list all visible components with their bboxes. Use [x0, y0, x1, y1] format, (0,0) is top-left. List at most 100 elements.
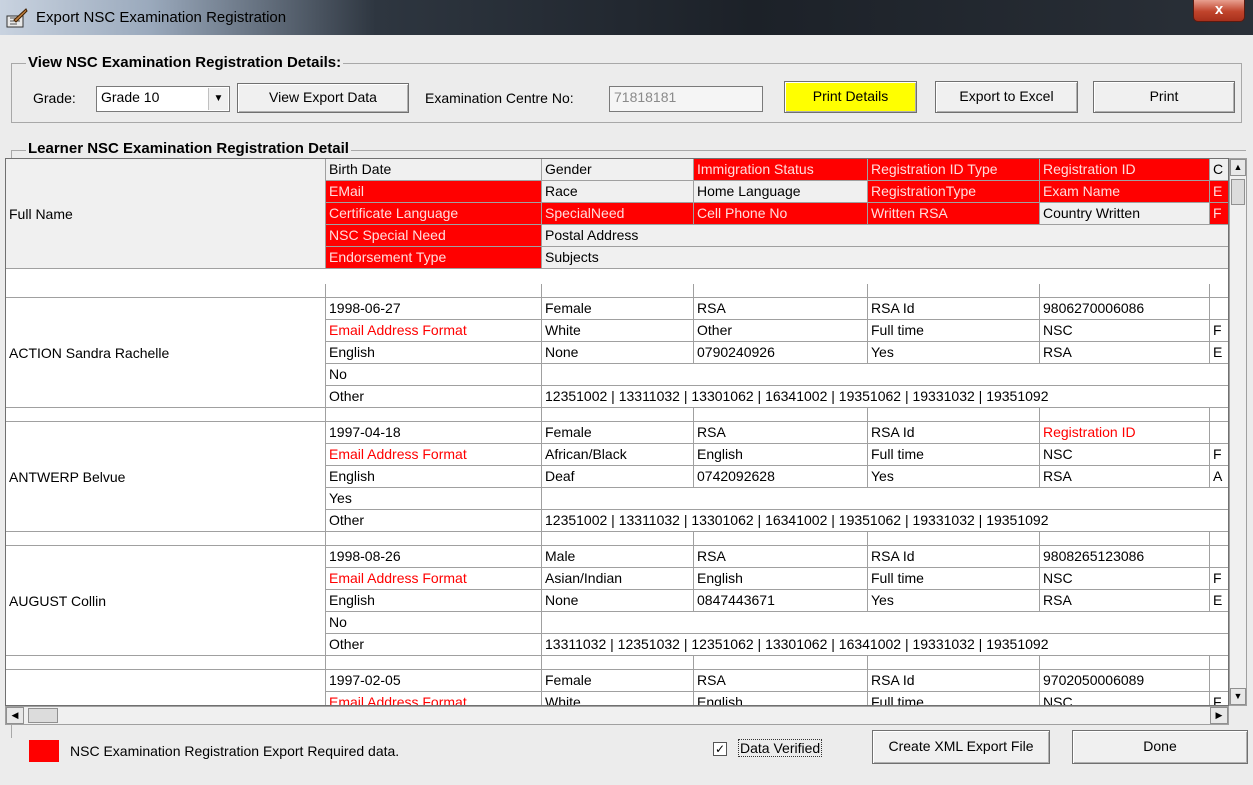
spacer-cell[interactable]: [542, 656, 694, 670]
learner-data-cell[interactable]: Asian/Indian: [542, 568, 694, 590]
learner-data-cell[interactable]: RSA: [1040, 342, 1210, 364]
grade-select[interactable]: Grade 10 ▼: [96, 86, 230, 112]
learner-data-cell[interactable]: White: [542, 692, 694, 705]
learner-data-cell[interactable]: 1997-04-18: [326, 422, 542, 444]
learner-data-cell[interactable]: Registration ID: [1040, 422, 1210, 444]
print-details-button[interactable]: Print Details: [784, 81, 917, 113]
header-cell[interactable]: Cell Phone No: [694, 203, 868, 225]
endorsement-type-cell[interactable]: Other: [326, 510, 542, 532]
header-cell[interactable]: F: [1210, 203, 1228, 225]
learner-data-cell[interactable]: 9806270006086: [1040, 298, 1210, 320]
learner-name-cell[interactable]: ACTION Sandra Rachelle: [6, 298, 326, 408]
learner-data-cell[interactable]: RSA Id: [868, 546, 1040, 568]
scroll-down-icon[interactable]: ▼: [1230, 688, 1246, 705]
learner-data-cell[interactable]: 9702050006089: [1040, 670, 1210, 692]
learner-data-cell[interactable]: RSA: [694, 546, 868, 568]
learner-data-cell[interactable]: Email Address Format: [326, 444, 542, 466]
subjects-cell[interactable]: 13311032 | 12351032 | 12351062 | 1330106…: [542, 634, 1228, 656]
header-cell[interactable]: Written RSA: [868, 203, 1040, 225]
learner-data-cell[interactable]: F: [1210, 444, 1228, 466]
learner-data-cell[interactable]: NSC: [1040, 444, 1210, 466]
spacer-cell[interactable]: [868, 532, 1040, 546]
header-cell[interactable]: Country Written: [1040, 203, 1210, 225]
learner-data-cell[interactable]: English: [326, 590, 542, 612]
vertical-scrollbar[interactable]: ▲ ▼: [1229, 158, 1247, 706]
header-cell[interactable]: Subjects: [542, 247, 1228, 269]
header-cell[interactable]: Endorsement Type: [326, 247, 542, 269]
hscroll-thumb[interactable]: [28, 708, 58, 723]
nsc-special-need-cell[interactable]: No: [326, 364, 542, 386]
endorsement-type-cell[interactable]: Other: [326, 386, 542, 408]
learner-data-cell[interactable]: [1210, 298, 1228, 320]
learner-data-cell[interactable]: RSA Id: [868, 298, 1040, 320]
learner-data-cell[interactable]: Other: [694, 320, 868, 342]
spacer-cell[interactable]: [6, 408, 326, 422]
spacer-cell[interactable]: [6, 656, 326, 670]
learner-data-cell[interactable]: English: [694, 444, 868, 466]
header-cell[interactable]: Race: [542, 181, 694, 203]
learner-data-cell[interactable]: RSA: [1040, 590, 1210, 612]
spacer-cell[interactable]: [1040, 656, 1210, 670]
postal-address-cell[interactable]: [542, 612, 1228, 634]
print-button[interactable]: Print: [1093, 81, 1235, 113]
spacer-cell[interactable]: [694, 284, 868, 298]
learner-data-cell[interactable]: F: [1210, 692, 1228, 705]
subjects-cell[interactable]: 12351002 | 13311032 | 13301062 | 1634100…: [542, 386, 1228, 408]
centre-number-field[interactable]: 71818181: [609, 86, 763, 112]
learner-data-cell[interactable]: NSC: [1040, 568, 1210, 590]
spacer-cell[interactable]: [1210, 284, 1228, 298]
header-full-name[interactable]: Full Name: [6, 159, 326, 269]
data-verified-label[interactable]: Data Verified: [738, 739, 823, 757]
spacer-cell[interactable]: [542, 408, 694, 422]
spacer-cell[interactable]: [694, 532, 868, 546]
spacer-cell[interactable]: [1210, 532, 1228, 546]
spacer-cell[interactable]: [326, 656, 542, 670]
learner-data-cell[interactable]: Full time: [868, 692, 1040, 705]
learner-data-cell[interactable]: [1210, 670, 1228, 692]
spacer-cell[interactable]: [326, 532, 542, 546]
done-button[interactable]: Done: [1072, 730, 1248, 764]
learner-data-cell[interactable]: RSA: [694, 422, 868, 444]
learner-name-cell[interactable]: ANTWERP Belvue: [6, 422, 326, 532]
header-cell[interactable]: Postal Address: [542, 225, 1228, 247]
scroll-up-icon[interactable]: ▲: [1230, 159, 1246, 176]
spacer-cell[interactable]: [1210, 656, 1228, 670]
learner-data-cell[interactable]: English: [326, 466, 542, 488]
spacer-cell[interactable]: [542, 532, 694, 546]
data-verified-checkbox[interactable]: ✓: [713, 742, 727, 756]
header-cell[interactable]: NSC Special Need: [326, 225, 542, 247]
header-cell[interactable]: C: [1210, 159, 1228, 181]
learner-data-cell[interactable]: RSA: [694, 670, 868, 692]
learner-data-cell[interactable]: English: [694, 692, 868, 705]
header-cell[interactable]: RegistrationType: [868, 181, 1040, 203]
chevron-down-icon[interactable]: ▼: [208, 88, 228, 110]
learner-data-cell[interactable]: RSA: [1040, 466, 1210, 488]
subjects-cell[interactable]: 12351002 | 13311032 | 13301062 | 1634100…: [542, 510, 1228, 532]
learner-data-cell[interactable]: Female: [542, 670, 694, 692]
header-cell[interactable]: SpecialNeed: [542, 203, 694, 225]
spacer-cell[interactable]: [868, 284, 1040, 298]
spacer-cell[interactable]: [6, 532, 326, 546]
learner-data-cell[interactable]: A: [1210, 466, 1228, 488]
learner-data-cell[interactable]: E: [1210, 342, 1228, 364]
learner-data-cell[interactable]: [1210, 422, 1228, 444]
learner-data-cell[interactable]: Full time: [868, 444, 1040, 466]
close-button[interactable]: x: [1193, 0, 1245, 22]
learner-data-cell[interactable]: Deaf: [542, 466, 694, 488]
learner-data-cell[interactable]: Yes: [868, 466, 1040, 488]
learner-data-cell[interactable]: Female: [542, 298, 694, 320]
learner-data-cell[interactable]: [1210, 546, 1228, 568]
learner-data-cell[interactable]: Female: [542, 422, 694, 444]
header-cell[interactable]: Registration ID Type: [868, 159, 1040, 181]
learner-data-cell[interactable]: 0790240926: [694, 342, 868, 364]
header-cell[interactable]: E: [1210, 181, 1228, 203]
header-cell[interactable]: Immigration Status: [694, 159, 868, 181]
create-xml-button[interactable]: Create XML Export File: [872, 730, 1050, 764]
nsc-special-need-cell[interactable]: Yes: [326, 488, 542, 510]
scroll-thumb[interactable]: [1231, 179, 1245, 205]
learner-data-cell[interactable]: 1997-02-05: [326, 670, 542, 692]
learner-data-cell[interactable]: NSC: [1040, 692, 1210, 705]
endorsement-type-cell[interactable]: Other: [326, 634, 542, 656]
learner-data-cell[interactable]: English: [326, 342, 542, 364]
registration-grid[interactable]: Full Name Birth Date Gender Immigration Sta…: [5, 158, 1229, 706]
